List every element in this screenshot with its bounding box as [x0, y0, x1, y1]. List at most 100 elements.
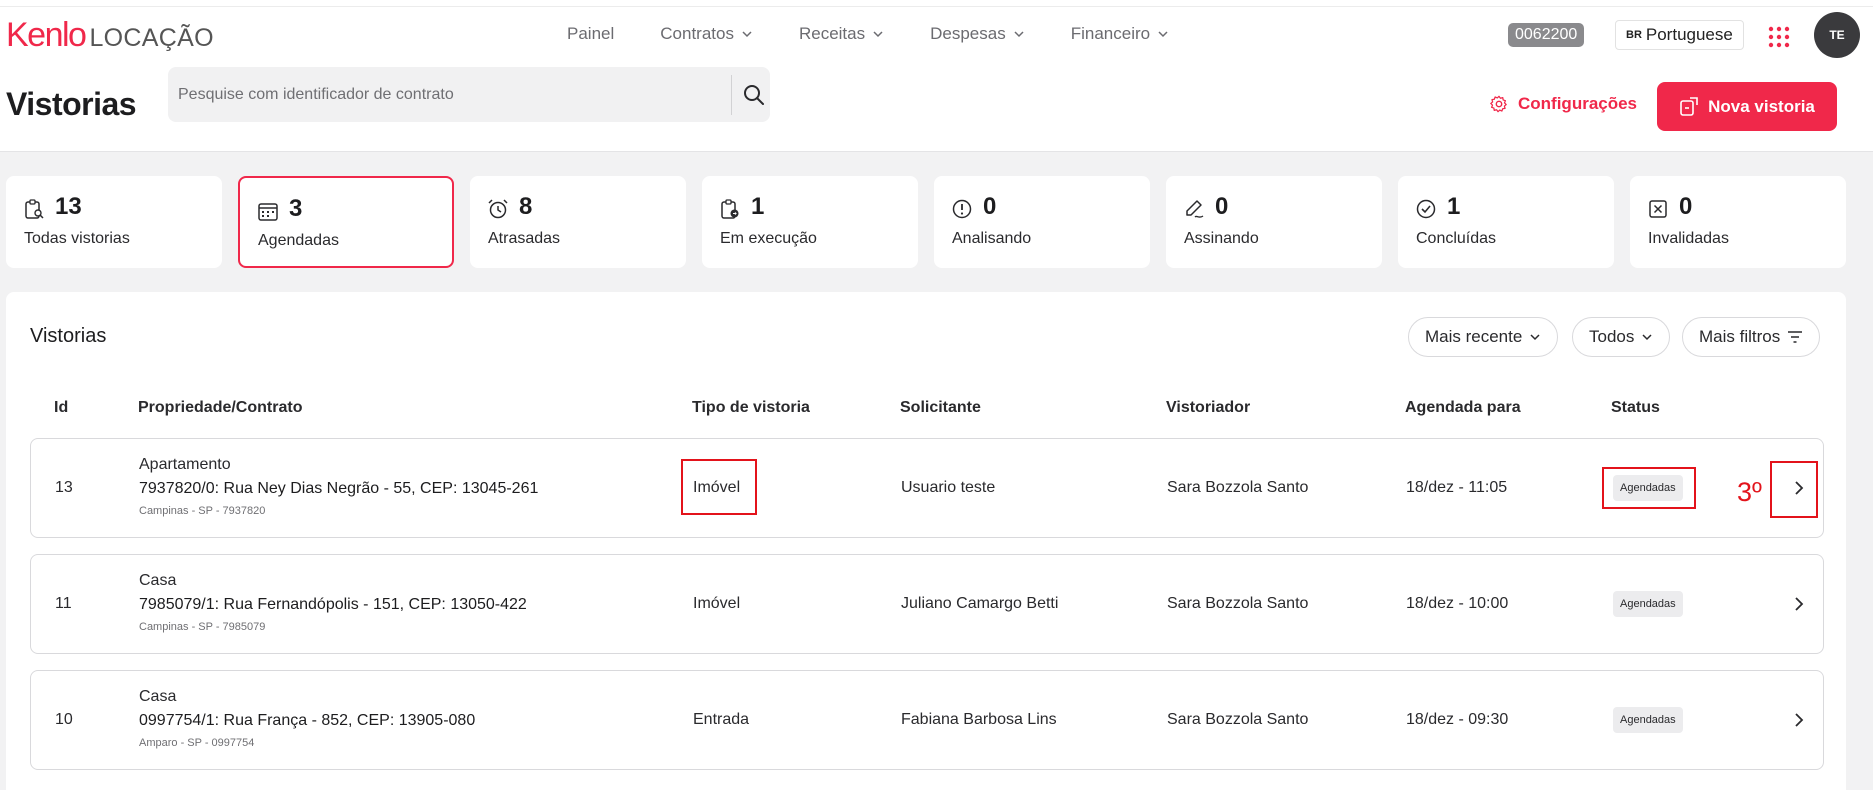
- nav-item-label: Financeiro: [1070, 24, 1151, 43]
- status-card-assinando[interactable]: 0 Assinando: [1166, 176, 1382, 268]
- settings-link[interactable]: Configurações: [1490, 94, 1637, 114]
- column-header-status: Status: [1611, 399, 1660, 416]
- search-icon: [744, 85, 764, 105]
- table-row[interactable]: 10 Casa 0997754/1: Rua França - 852, CEP…: [30, 670, 1824, 770]
- inspector: Sara Bozzola Santo: [1167, 711, 1309, 728]
- property-city: Campinas - SP - 7985079: [139, 621, 266, 633]
- nav-item-label: Receitas: [798, 24, 866, 43]
- nav-item-painel[interactable]: Painel: [567, 24, 614, 44]
- row-id: 11: [55, 595, 72, 612]
- scheduled-date: 18/dez - 09:30: [1406, 711, 1509, 728]
- new-inspection-icon: [1680, 96, 1698, 116]
- property-type: Apartamento: [139, 456, 231, 473]
- account-code-badge: 0062200: [1508, 23, 1585, 47]
- chevron-down-icon: [1014, 31, 1024, 38]
- row-id: 13: [55, 479, 73, 496]
- inspection-type: Imóvel: [693, 595, 741, 612]
- new-inspection-button[interactable]: Nova vistoria: [1657, 82, 1837, 131]
- nav-item-financeiro[interactable]: Financeiro: [1071, 24, 1169, 44]
- chevron-down-icon: [1530, 334, 1540, 341]
- scheduled-date: 18/dez - 10:00: [1406, 595, 1509, 612]
- more-filters-label: Mais filtros: [1699, 327, 1781, 346]
- top-header: Kenlo LOCAÇÃO Painel Contratos Receitas …: [0, 0, 1873, 152]
- alarm-clock-icon: [488, 199, 508, 219]
- nav-item-label: Contratos: [660, 24, 734, 43]
- annotation-step-label: 3º: [1737, 477, 1762, 507]
- status-label: Analisando: [952, 230, 1032, 247]
- calendar-icon: [258, 203, 278, 221]
- status-card-agendadas[interactable]: 3 Agendadas: [238, 176, 454, 268]
- user-avatar[interactable]: TE: [1814, 12, 1860, 58]
- table-row[interactable]: 11 Casa 7985079/1: Rua Fernandópolis - 1…: [30, 554, 1824, 654]
- status-badge: Agendadas: [1613, 591, 1683, 617]
- logo-product: LOCAÇÃO: [89, 24, 214, 52]
- type-label: Todos: [1589, 327, 1635, 346]
- requester: Juliano Camargo Betti: [901, 595, 1059, 612]
- column-header-inspector: Vistoriador: [1166, 399, 1251, 416]
- highlight-box-status: [1602, 467, 1696, 509]
- column-header-id: Id: [54, 399, 69, 416]
- gear-icon: [1490, 95, 1507, 113]
- requester: Usuario teste: [901, 479, 996, 496]
- more-filters-button[interactable]: Mais filtros: [1682, 317, 1821, 357]
- sort-label: Mais recente: [1425, 327, 1523, 346]
- brand-logo[interactable]: Kenlo LOCAÇÃO: [6, 16, 214, 55]
- status-label: Agendadas: [258, 232, 339, 249]
- language-label: Portuguese: [1645, 25, 1733, 44]
- status-card-invalidadas[interactable]: 0 Invalidadas: [1630, 176, 1846, 268]
- chevron-down-icon: [742, 31, 752, 38]
- clipboard-progress-icon: [721, 199, 739, 219]
- status-label: Atrasadas: [488, 230, 561, 247]
- apps-grid-icon[interactable]: [1768, 26, 1790, 48]
- table-row[interactable]: 13 Apartamento 7937820/0: Rua Ney Dias N…: [30, 438, 1824, 538]
- nav-item-receitas[interactable]: Receitas: [799, 24, 884, 44]
- nav-item-contratos[interactable]: Contratos: [660, 24, 753, 44]
- column-header-property: Propriedade/Contrato: [138, 399, 303, 416]
- nav-item-label: Despesas: [930, 24, 1006, 43]
- sort-dropdown[interactable]: Mais recente: [1408, 317, 1559, 357]
- settings-label: Configurações: [1518, 94, 1638, 113]
- check-circle-icon: [1416, 199, 1436, 219]
- search-bar: [168, 67, 770, 122]
- status-count: 1: [1447, 193, 1461, 220]
- column-header-scheduled: Agendada para: [1405, 399, 1521, 416]
- filter-lines-icon: [1788, 331, 1803, 343]
- clipboard-search-icon: [25, 199, 44, 219]
- status-label: Em execução: [720, 230, 817, 247]
- language-selector[interactable]: BR Portuguese: [1615, 20, 1744, 50]
- row-id: 10: [55, 711, 73, 728]
- nav-item-label: Painel: [567, 24, 615, 43]
- status-label: Concluídas: [1416, 230, 1497, 247]
- pen-sign-icon: [1186, 200, 1204, 218]
- inspection-type: Entrada: [693, 711, 750, 728]
- column-header-requester: Solicitante: [900, 399, 981, 416]
- highlight-box-inspection-type: [681, 459, 757, 515]
- type-dropdown[interactable]: Todos: [1572, 317, 1671, 357]
- chevron-down-icon: [1642, 334, 1652, 341]
- status-card-concluidas[interactable]: 1 Concluídas: [1398, 176, 1614, 268]
- nav-item-despesas[interactable]: Despesas: [930, 24, 1025, 44]
- search-button[interactable]: [740, 81, 768, 109]
- chevron-down-icon: [873, 31, 883, 38]
- inspector: Sara Bozzola Santo: [1167, 595, 1309, 612]
- chevron-right-icon[interactable]: [1790, 711, 1808, 729]
- page-title: Vistorias: [6, 86, 137, 122]
- status-card-atrasadas[interactable]: 8 Atrasadas: [470, 176, 686, 268]
- top-border: [0, 0, 1873, 7]
- property-type: Casa: [139, 688, 177, 705]
- chevron-down-icon: [1158, 31, 1168, 38]
- search-input[interactable]: [178, 67, 734, 122]
- logo-wordmark: Kenlo: [6, 16, 87, 54]
- status-card-todas[interactable]: 13 Todas vistorias: [6, 176, 222, 268]
- status-card-analisando[interactable]: 0 Analisando: [934, 176, 1150, 268]
- chevron-right-icon[interactable]: [1790, 595, 1808, 613]
- panel-title: Vistorias: [30, 325, 107, 347]
- x-square-icon: [1649, 200, 1667, 218]
- status-count: 1: [751, 193, 765, 220]
- status-count: 0: [1679, 193, 1693, 220]
- status-label: Assinando: [1184, 230, 1259, 247]
- property-address: 7985079/1: Rua Fernandópolis - 151, CEP:…: [139, 596, 527, 613]
- new-inspection-label: Nova vistoria: [1708, 96, 1815, 116]
- status-label: Invalidadas: [1648, 230, 1729, 247]
- status-card-em-execucao[interactable]: 1 Em execução: [702, 176, 918, 268]
